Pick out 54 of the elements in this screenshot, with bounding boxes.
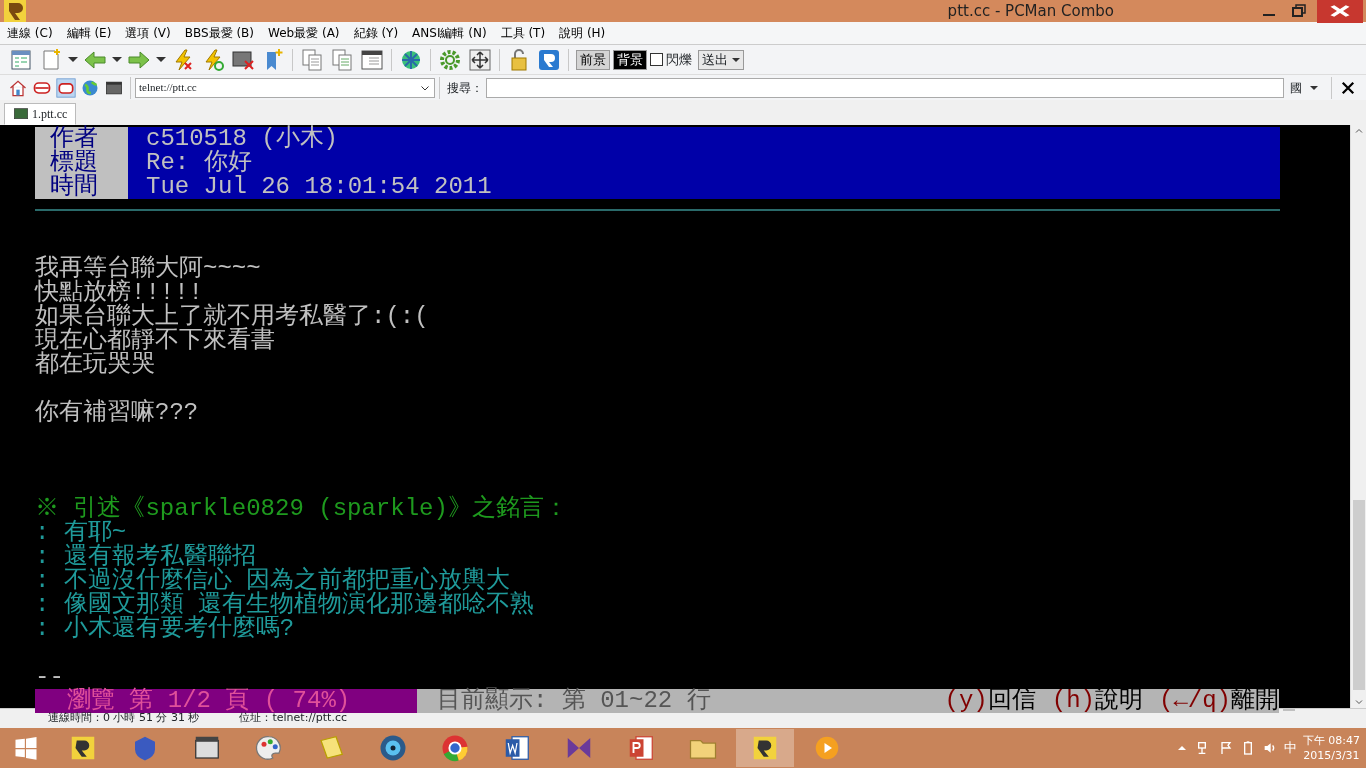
palette-icon xyxy=(254,733,284,763)
field-label: 時間 xyxy=(35,175,128,199)
menu-item[interactable]: 紀錄 (Y) xyxy=(346,24,406,42)
settings-icon[interactable] xyxy=(438,47,462,72)
terminal-tab[interactable]: 1.ptt.cc xyxy=(4,103,77,125)
document-icon[interactable] xyxy=(360,47,384,72)
taskbar-button[interactable] xyxy=(736,729,794,767)
clock-date: 2015/3/31 xyxy=(1302,748,1360,763)
calendar-icon[interactable] xyxy=(9,47,33,72)
address-field[interactable]: telnet://ptt.cc xyxy=(135,77,435,98)
menu-item[interactable]: BBS最愛 (B) xyxy=(177,24,261,42)
disc-icon xyxy=(378,733,408,763)
blink-checkbox[interactable] xyxy=(650,53,663,66)
field-value: Tue Jul 26 18:01:54 2011 xyxy=(146,173,492,200)
menu-item[interactable]: 工具 (T) xyxy=(493,24,553,42)
caret-icon[interactable] xyxy=(68,57,78,62)
app-logo-icon xyxy=(3,0,27,23)
search-field[interactable] xyxy=(486,77,1284,98)
copy-icon[interactable] xyxy=(300,47,324,72)
monitor-icon xyxy=(13,106,29,122)
background-button[interactable]: 背景 xyxy=(613,49,647,70)
clock-time: 下午 08:47 xyxy=(1302,733,1360,748)
chrome-icon xyxy=(440,733,470,763)
address-status: 位址：telnet://ptt.cc xyxy=(239,711,347,727)
caret-icon[interactable] xyxy=(112,57,122,62)
move-arrows-icon[interactable] xyxy=(468,47,492,72)
app-logo-icon[interactable] xyxy=(537,47,561,72)
line-range: 目前顯示: 第 01~22 行 xyxy=(437,689,711,713)
search-label: 搜尋： xyxy=(447,79,483,97)
menu-item[interactable]: 編輯 (E) xyxy=(59,24,119,42)
blink-label: 閃爍 xyxy=(666,50,692,69)
menu-item[interactable]: 選項 (V) xyxy=(118,24,178,42)
menu-item[interactable]: Web最愛 (A) xyxy=(261,24,347,42)
foreground-button[interactable]: 前景 xyxy=(576,49,610,70)
text-line: : 小木還有要考什麼嗎? xyxy=(35,615,295,642)
window-title: ptt.cc - PCMan Combo xyxy=(946,0,1115,22)
field-value: Re: 你好 xyxy=(146,149,252,176)
send-button[interactable]: 送出 xyxy=(698,49,744,70)
menu-item[interactable]: ANSI編輯 (N) xyxy=(405,24,494,42)
connection-time: 連線時間：0 小時 51 分 31 秒 xyxy=(48,710,200,727)
ime-dropdown[interactable]: 國 xyxy=(1284,78,1327,97)
caret-icon[interactable] xyxy=(156,57,166,62)
scrollbar[interactable] xyxy=(1350,125,1366,708)
caret-icon xyxy=(732,57,740,62)
text-line: -- xyxy=(35,663,64,690)
paste-icon[interactable] xyxy=(330,47,354,72)
page-indicator: 瀏覽 第 1/2 頁 ( 74%) xyxy=(35,689,417,713)
key-hint: (y)回信 xyxy=(944,689,1036,713)
menu-item[interactable]: 連線 (C) xyxy=(0,24,60,42)
text-line: 你有補習嘛??? xyxy=(35,399,199,426)
menu-item[interactable]: 說明 (H) xyxy=(552,24,613,42)
scrollbar-thumb[interactable] xyxy=(1352,500,1365,690)
connect-icon[interactable] xyxy=(56,77,76,98)
caret-icon xyxy=(1310,85,1318,90)
